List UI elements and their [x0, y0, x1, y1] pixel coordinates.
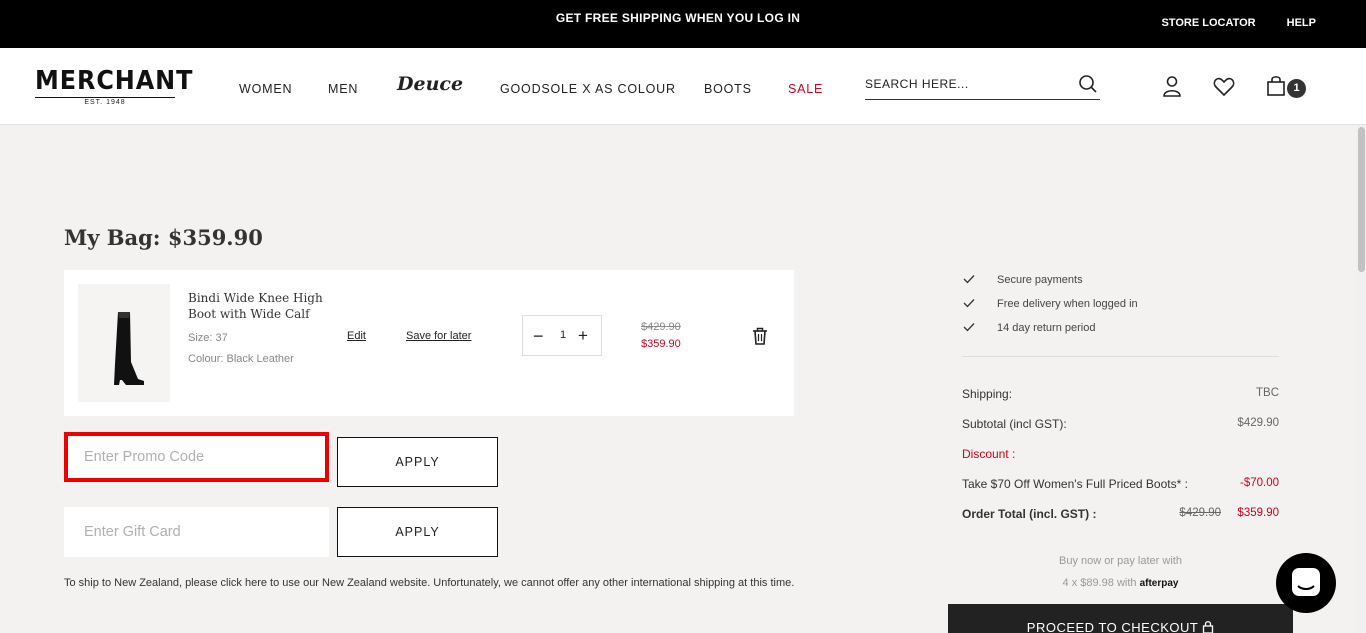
cart-count-badge: 1: [1287, 79, 1306, 98]
summary-divider: [962, 356, 1279, 357]
nav-sale[interactable]: SALE: [788, 82, 823, 96]
chat-icon: [1276, 568, 1336, 617]
trash-icon[interactable]: [752, 327, 768, 350]
product-colour: Colour: Black Leather: [188, 353, 294, 365]
checkmark-icon: [962, 273, 976, 288]
logo-wordmark: MERCHANT: [35, 66, 194, 96]
subtotal-row: Subtotal (incl GST): $429.90: [962, 417, 1279, 431]
edit-item-link[interactable]: Edit: [347, 330, 366, 342]
checkmark-icon: [962, 321, 976, 336]
sale-price: $359.90: [641, 338, 681, 350]
product-name[interactable]: Bindi Wide Knee High Boot with Wide Calf: [188, 290, 328, 322]
subtotal-label: Subtotal (incl GST):: [962, 417, 1067, 431]
logo-tagline: EST. 1948: [35, 97, 175, 106]
utility-links: STORE LOCATOR HELP: [1133, 17, 1316, 29]
product-image[interactable]: [78, 284, 170, 402]
proceed-to-checkout-button[interactable]: PROCEED TO CHECKOUT: [948, 604, 1293, 633]
shipping-row: Shipping: TBC: [962, 387, 1279, 401]
afterpay-line-2[interactable]: 4 x $89.98 with afterpay: [962, 577, 1279, 589]
page-scrollbar[interactable]: [1356, 125, 1366, 633]
discount-description: Take $70 Off Women's Full Priced Boots* …: [962, 477, 1188, 491]
shipping-label: Shipping:: [962, 387, 1013, 401]
promo-code-field: [64, 432, 329, 482]
afterpay-instalment: 4 x $89.98 with: [1062, 577, 1137, 589]
order-total-row: Order Total (incl. GST) : $429.90 $359.9…: [962, 507, 1279, 521]
order-total-label: Order Total (incl. GST) :: [962, 507, 1097, 521]
nav-deuce-logo[interactable]: Deuce: [397, 73, 463, 95]
wishlist-heart-icon[interactable]: [1213, 77, 1235, 102]
search-bar: [865, 73, 1100, 100]
checkout-label: PROCEED TO CHECKOUT: [1026, 620, 1199, 633]
apply-gift-card-button[interactable]: APPLY: [337, 507, 498, 557]
nav-women[interactable]: WOMEN: [239, 82, 292, 96]
store-locator-link[interactable]: STORE LOCATOR: [1161, 17, 1255, 29]
order-total-old: $429.90: [1179, 507, 1221, 519]
shipping-value: TBC: [1256, 387, 1279, 399]
scrollbar-thumb[interactable]: [1358, 127, 1365, 272]
nav-men[interactable]: MEN: [328, 82, 358, 96]
decrease-qty-button[interactable]: −: [533, 326, 544, 347]
order-total-new: $359.90: [1237, 507, 1279, 519]
quantity-value[interactable]: 1: [560, 329, 566, 341]
product-size: Size: 37: [188, 332, 228, 344]
subtotal-value: $429.90: [1237, 417, 1279, 429]
original-price: $429.90: [641, 321, 681, 333]
gift-card-field: [64, 507, 329, 557]
account-icon[interactable]: [1162, 75, 1182, 102]
discount-value: -$70.00: [1239, 477, 1279, 489]
nav-boots[interactable]: BOOTS: [704, 82, 752, 96]
nav-goodsole[interactable]: GOODSOLE X AS COLOUR: [500, 82, 676, 96]
apply-promo-button[interactable]: APPLY: [337, 437, 498, 487]
cart-item: Bindi Wide Knee High Boot with Wide Calf…: [64, 270, 794, 416]
merchant-logo[interactable]: MERCHANT EST. 1948: [35, 66, 194, 106]
promo-code-input[interactable]: [68, 436, 325, 478]
lock-icon: [1202, 620, 1214, 633]
chat-button[interactable]: [1276, 553, 1336, 613]
site-header: MERCHANT EST. 1948 WOMEN MEN Deuce GOODS…: [0, 48, 1366, 125]
save-for-later-link[interactable]: Save for later: [406, 330, 471, 342]
shipping-note: To ship to New Zealand, please click her…: [64, 577, 795, 589]
afterpay-line-1: Buy now or pay later with: [1059, 555, 1182, 567]
discount-row: Take $70 Off Women's Full Priced Boots* …: [962, 477, 1279, 491]
search-icon[interactable]: [1078, 74, 1098, 99]
announcement-bar: GET FREE SHIPPING WHEN YOU LOG IN STORE …: [0, 0, 1366, 48]
shopping-bag-icon[interactable]: [1266, 75, 1286, 102]
quantity-stepper: − 1 +: [522, 315, 602, 356]
afterpay-logo: afterpay: [1139, 578, 1179, 589]
search-input[interactable]: [865, 73, 1065, 95]
increase-qty-button[interactable]: +: [578, 326, 588, 346]
discount-label: Discount :: [962, 447, 1016, 461]
checkmark-icon: [962, 297, 976, 312]
help-link[interactable]: HELP: [1287, 17, 1316, 29]
page-title: My Bag: $359.90: [64, 225, 263, 250]
gift-card-input[interactable]: [64, 507, 329, 557]
